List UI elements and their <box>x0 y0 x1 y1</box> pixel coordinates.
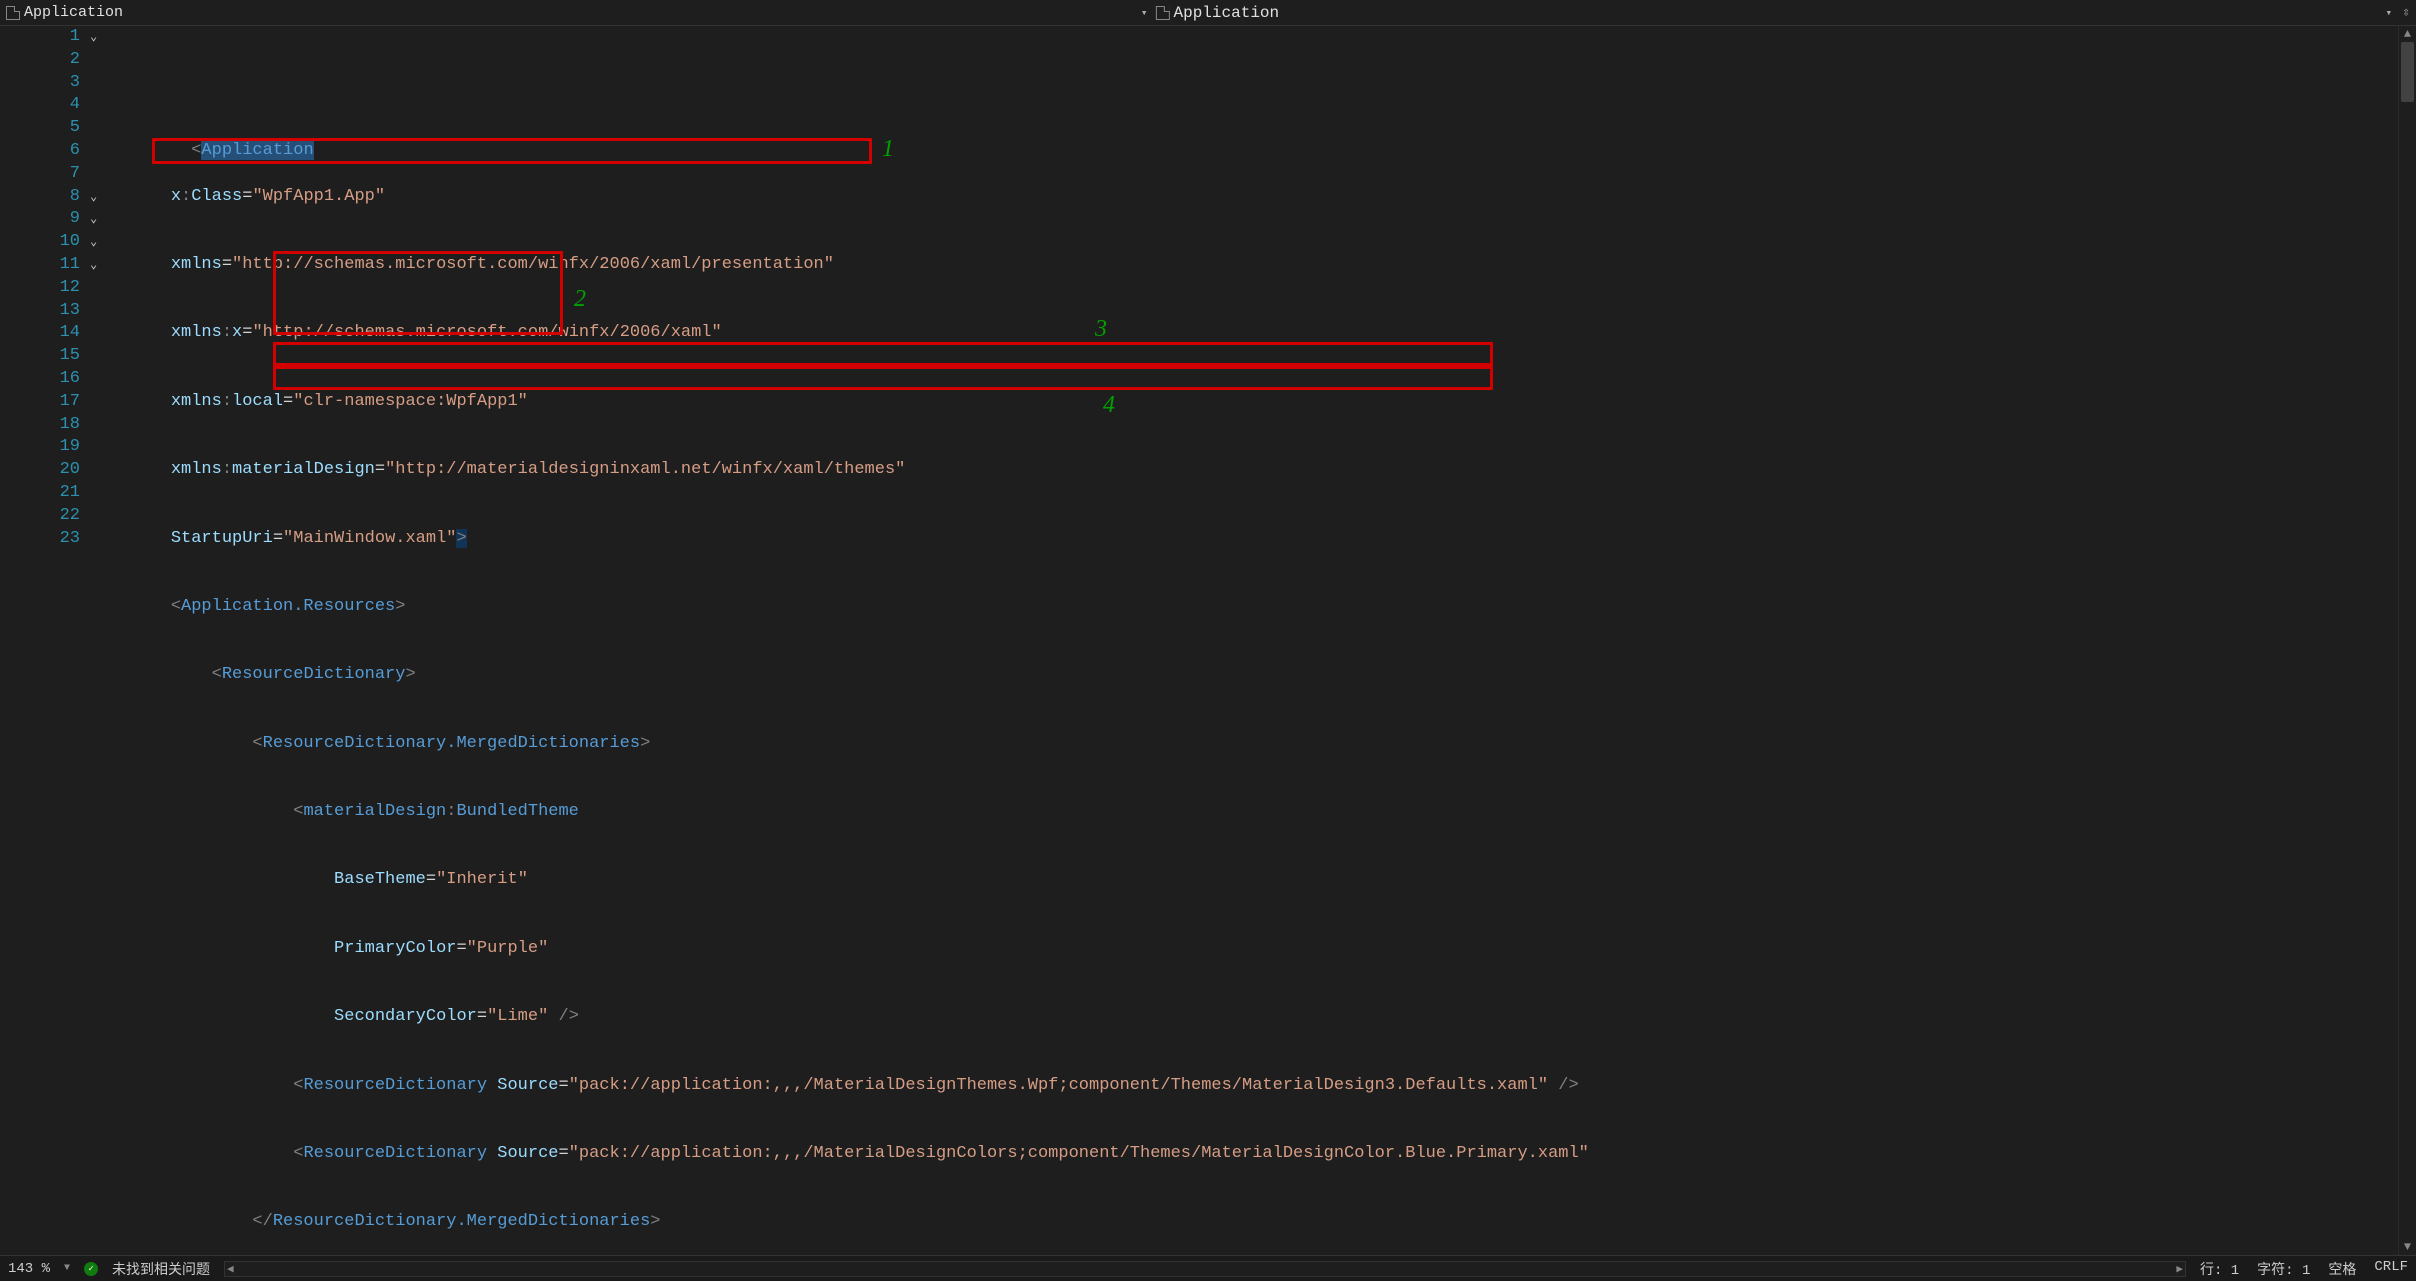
annotation-box-4 <box>273 366 1493 390</box>
breadcrumb-center[interactable]: Application <box>1174 4 1280 22</box>
line-number: 18 <box>0 414 80 437</box>
indent-mode[interactable]: 空格 <box>2328 1259 2356 1279</box>
fold-toggle <box>90 140 130 163</box>
annotation-box-3 <box>273 342 1493 366</box>
line-number: 20 <box>0 459 80 482</box>
fold-toggle[interactable]: ⌄ <box>90 231 130 254</box>
status-bar: 143 % ▼ ✓ 未找到相关问题 ◀ ▶ 行: 1 字符: 1 空格 CRLF <box>0 1255 2416 1281</box>
fold-toggle <box>90 300 130 323</box>
zoom-chevron-icon[interactable]: ▼ <box>64 1263 70 1274</box>
fold-toggle <box>90 72 130 95</box>
scroll-down-icon[interactable]: ▼ <box>2399 1239 2416 1255</box>
cursor-line[interactable]: 行: 1 <box>2200 1259 2239 1279</box>
fold-toggle[interactable]: ⌄ <box>90 26 130 49</box>
line-number: 11 <box>0 254 80 277</box>
expand-icon[interactable]: ⇳ <box>2402 5 2410 20</box>
fold-toggle <box>90 277 130 300</box>
document-icon <box>6 6 20 20</box>
chevron-down-icon[interactable]: ▾ <box>2382 6 2397 20</box>
line-number: 2 <box>0 49 80 72</box>
line-ending[interactable]: CRLF <box>2374 1259 2408 1279</box>
fold-toggle <box>90 163 130 186</box>
line-number: 12 <box>0 277 80 300</box>
line-number: 6 <box>0 140 80 163</box>
fold-toggle[interactable]: ⌄ <box>90 254 130 277</box>
line-number: 1 <box>0 26 80 49</box>
fold-toggle[interactable]: ⌄ <box>90 186 130 209</box>
scrollbar-thumb[interactable] <box>2401 42 2414 102</box>
line-number: 7 <box>0 163 80 186</box>
line-number: 21 <box>0 482 80 505</box>
fold-toggle <box>90 368 130 391</box>
line-number: 23 <box>0 528 80 551</box>
annotation-number-3: 3 <box>1095 318 1107 341</box>
line-number: 4 <box>0 94 80 117</box>
line-number: 14 <box>0 322 80 345</box>
fold-toggle <box>90 345 130 368</box>
line-number: 17 <box>0 391 80 414</box>
tag-application: Application <box>201 141 313 160</box>
line-number: 5 <box>0 117 80 140</box>
breadcrumb-left[interactable]: Application <box>24 4 123 21</box>
fold-toggle <box>90 94 130 117</box>
scroll-right-icon[interactable]: ▶ <box>2176 1262 2183 1276</box>
line-number: 19 <box>0 436 80 459</box>
document-icon <box>1156 6 1170 20</box>
line-number: 22 <box>0 505 80 528</box>
zoom-level[interactable]: 143 % <box>8 1261 50 1277</box>
fold-toggle <box>90 322 130 345</box>
annotation-number-4: 4 <box>1103 394 1115 417</box>
fold-toggle <box>90 436 130 459</box>
line-number: 3 <box>0 72 80 95</box>
fold-toggle[interactable]: ⌄ <box>90 208 130 231</box>
annotation-number-2: 2 <box>574 288 586 311</box>
fold-column[interactable]: ⌄⌄⌄⌄⌄ <box>90 26 130 1255</box>
line-number: 8 <box>0 186 80 209</box>
line-number: 16 <box>0 368 80 391</box>
horizontal-scrollbar[interactable]: ◀ ▶ <box>224 1261 2186 1277</box>
fold-toggle <box>90 414 130 437</box>
fold-toggle <box>90 505 130 528</box>
line-number: 10 <box>0 231 80 254</box>
fold-toggle <box>90 117 130 140</box>
annotation-number-1: 1 <box>882 138 894 161</box>
scroll-left-icon[interactable]: ◀ <box>227 1262 234 1276</box>
line-number: 15 <box>0 345 80 368</box>
code-area[interactable]: <Application x:Class="WpfApp1.App" xmlns… <box>130 26 2398 1255</box>
line-number: 13 <box>0 300 80 323</box>
status-ok-icon: ✓ <box>84 1262 98 1276</box>
fold-toggle <box>90 528 130 551</box>
line-number-gutter: 1234567891011121314151617181920212223 <box>0 26 90 1255</box>
code-editor[interactable]: 1234567891011121314151617181920212223 ⌄⌄… <box>0 26 2416 1255</box>
line-number: 9 <box>0 208 80 231</box>
breadcrumb-bar[interactable]: Application ▾ Application ▾ ⇳ <box>0 0 2416 26</box>
cursor-char[interactable]: 字符: 1 <box>2257 1259 2310 1279</box>
vertical-scrollbar[interactable]: ▲ ▼ <box>2398 26 2416 1255</box>
fold-toggle <box>90 391 130 414</box>
fold-toggle <box>90 49 130 72</box>
issues-status[interactable]: 未找到相关问题 <box>112 1259 210 1279</box>
fold-toggle <box>90 482 130 505</box>
fold-toggle <box>90 459 130 482</box>
chevron-down-icon[interactable]: ▾ <box>1137 6 1152 20</box>
scroll-up-icon[interactable]: ▲ <box>2399 26 2416 42</box>
